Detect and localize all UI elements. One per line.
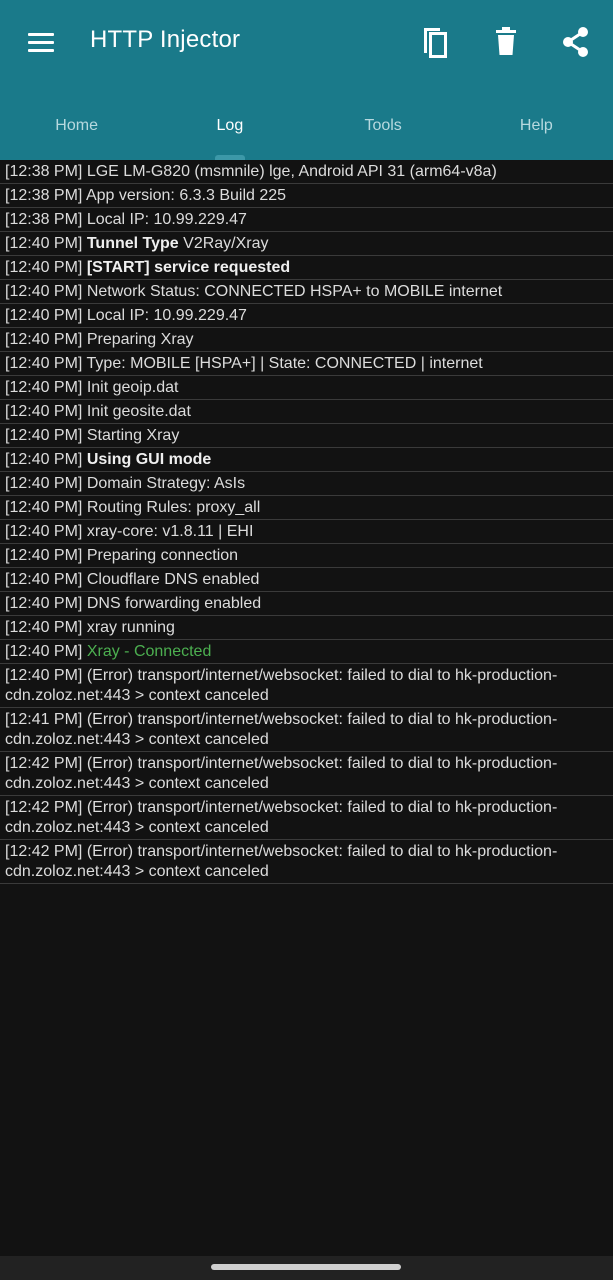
log-entry: [12:40 PM] xray-core: v1.8.11 | EHI — [0, 520, 613, 544]
log-timestamp: [12:40 PM] — [5, 523, 83, 540]
log-timestamp: [12:40 PM] — [5, 475, 83, 492]
system-nav-bar — [0, 1256, 613, 1280]
log-timestamp: [12:40 PM] — [5, 547, 83, 564]
share-icon[interactable] — [558, 22, 594, 62]
log-entry: [12:40 PM] Tunnel Type V2Ray/Xray — [0, 232, 613, 256]
log-entry: [12:38 PM] Local IP: 10.99.229.47 — [0, 208, 613, 232]
tab-bar: Home Log Tools Help — [0, 104, 613, 148]
log-timestamp: [12:40 PM] — [5, 427, 83, 444]
log-message: Routing Rules: proxy_all — [86, 499, 261, 516]
log-timestamp: [12:40 PM] — [5, 643, 83, 660]
log-entry: [12:40 PM] Domain Strategy: AsIs — [0, 472, 613, 496]
log-message: (Error) transport/internet/websocket: fa… — [5, 667, 558, 704]
log-timestamp: [12:40 PM] — [5, 331, 83, 348]
log-timestamp: [12:42 PM] — [5, 843, 83, 860]
log-list[interactable]: [12:38 PM] LGE LM-G820 (msmnile) lge, An… — [0, 160, 613, 884]
log-message: Preparing Xray — [86, 331, 194, 348]
log-entry: [12:38 PM] LGE LM-G820 (msmnile) lge, An… — [0, 160, 613, 184]
log-entry: [12:40 PM] Init geoip.dat — [0, 376, 613, 400]
copy-icon[interactable] — [416, 22, 452, 62]
log-entry: [12:40 PM] Network Status: CONNECTED HSP… — [0, 280, 613, 304]
log-message: (Error) transport/internet/websocket: fa… — [5, 711, 558, 748]
log-message: Cloudflare DNS enabled — [86, 571, 260, 588]
log-entry: [12:40 PM] DNS forwarding enabled — [0, 592, 613, 616]
log-entry: [12:42 PM] (Error) transport/internet/we… — [0, 752, 613, 796]
tab-log[interactable]: Log — [153, 104, 306, 148]
log-connected-status: Xray - Connected — [86, 643, 212, 660]
log-timestamp: [12:40 PM] — [5, 403, 83, 420]
log-timestamp: [12:40 PM] — [5, 499, 83, 516]
log-entry: [12:42 PM] (Error) transport/internet/we… — [0, 796, 613, 840]
log-bold-text: Using GUI mode — [86, 451, 212, 468]
log-timestamp: [12:40 PM] — [5, 355, 83, 372]
log-message: App version: 6.3.3 Build 225 — [85, 187, 287, 204]
delete-icon[interactable] — [488, 22, 524, 62]
log-message: Domain Strategy: AsIs — [86, 475, 246, 492]
log-entry: [12:40 PM] Init geosite.dat — [0, 400, 613, 424]
log-entry: [12:38 PM] App version: 6.3.3 Build 225 — [0, 184, 613, 208]
log-timestamp: [12:40 PM] — [5, 667, 83, 684]
app-bar: HTTP Injector Home Log Tools Help — [0, 0, 613, 160]
log-timestamp: [12:40 PM] — [5, 451, 83, 468]
log-entry: [12:40 PM] (Error) transport/internet/we… — [0, 664, 613, 708]
log-entry: [12:42 PM] (Error) transport/internet/we… — [0, 840, 613, 884]
log-timestamp: [12:40 PM] — [5, 307, 83, 324]
log-message: Preparing connection — [86, 547, 239, 564]
log-timestamp: [12:40 PM] — [5, 379, 83, 396]
log-entry: [12:40 PM] xray running — [0, 616, 613, 640]
log-message: Init geosite.dat — [86, 403, 191, 420]
log-entry: [12:40 PM] Preparing connection — [0, 544, 613, 568]
tab-home[interactable]: Home — [0, 104, 153, 148]
log-message: (Error) transport/internet/websocket: fa… — [5, 843, 558, 880]
log-timestamp: [12:40 PM] — [5, 259, 83, 276]
log-bold-text: Tunnel Type — [86, 235, 179, 252]
log-entry: [12:40 PM] Type: MOBILE [HSPA+] | State:… — [0, 352, 613, 376]
log-timestamp: [12:40 PM] — [5, 235, 83, 252]
gesture-handle[interactable] — [211, 1264, 401, 1270]
log-bold-text: [START] service requested — [86, 259, 291, 276]
log-message: DNS forwarding enabled — [86, 595, 262, 612]
log-message: xray-core: v1.8.11 | EHI — [86, 523, 254, 540]
log-timestamp: [12:40 PM] — [5, 595, 83, 612]
log-message: V2Ray/Xray — [183, 235, 269, 252]
log-entry: [12:40 PM] Starting Xray — [0, 424, 613, 448]
log-message: Local IP: 10.99.229.47 — [86, 307, 247, 324]
log-timestamp: [12:42 PM] — [5, 755, 83, 772]
log-message: Type: MOBILE [HSPA+] | State: CONNECTED … — [86, 355, 483, 372]
log-message: Init geoip.dat — [86, 379, 179, 396]
log-timestamp: [12:42 PM] — [5, 799, 83, 816]
log-message: (Error) transport/internet/websocket: fa… — [5, 755, 558, 792]
app-title: HTTP Injector — [90, 26, 241, 53]
log-timestamp: [12:40 PM] — [5, 283, 83, 300]
menu-icon[interactable] — [24, 27, 58, 57]
log-message: LGE LM-G820 (msmnile) lge, Android API 3… — [86, 163, 497, 180]
log-entry: [12:40 PM] Xray - Connected — [0, 640, 613, 664]
log-timestamp: [12:40 PM] — [5, 619, 83, 636]
log-timestamp: [12:38 PM] — [5, 163, 83, 180]
log-message: Network Status: CONNECTED HSPA+ to MOBIL… — [86, 283, 503, 300]
log-timestamp: [12:41 PM] — [5, 711, 83, 728]
log-message: Local IP: 10.99.229.47 — [86, 211, 247, 228]
log-timestamp: [12:40 PM] — [5, 571, 83, 588]
log-entry: [12:40 PM] Using GUI mode — [0, 448, 613, 472]
log-message: xray running — [86, 619, 175, 636]
log-timestamp: [12:38 PM] — [5, 187, 83, 204]
log-entry: [12:40 PM] Cloudflare DNS enabled — [0, 568, 613, 592]
tab-tools[interactable]: Tools — [307, 104, 460, 148]
log-timestamp: [12:38 PM] — [5, 211, 83, 228]
log-entry: [12:40 PM] Routing Rules: proxy_all — [0, 496, 613, 520]
log-entry: [12:40 PM] Preparing Xray — [0, 328, 613, 352]
log-entry: [12:40 PM] Local IP: 10.99.229.47 — [0, 304, 613, 328]
log-message: Starting Xray — [86, 427, 180, 444]
log-entry: [12:41 PM] (Error) transport/internet/we… — [0, 708, 613, 752]
log-entry: [12:40 PM] [START] service requested — [0, 256, 613, 280]
log-message: (Error) transport/internet/websocket: fa… — [5, 799, 558, 836]
tab-help[interactable]: Help — [460, 104, 613, 148]
